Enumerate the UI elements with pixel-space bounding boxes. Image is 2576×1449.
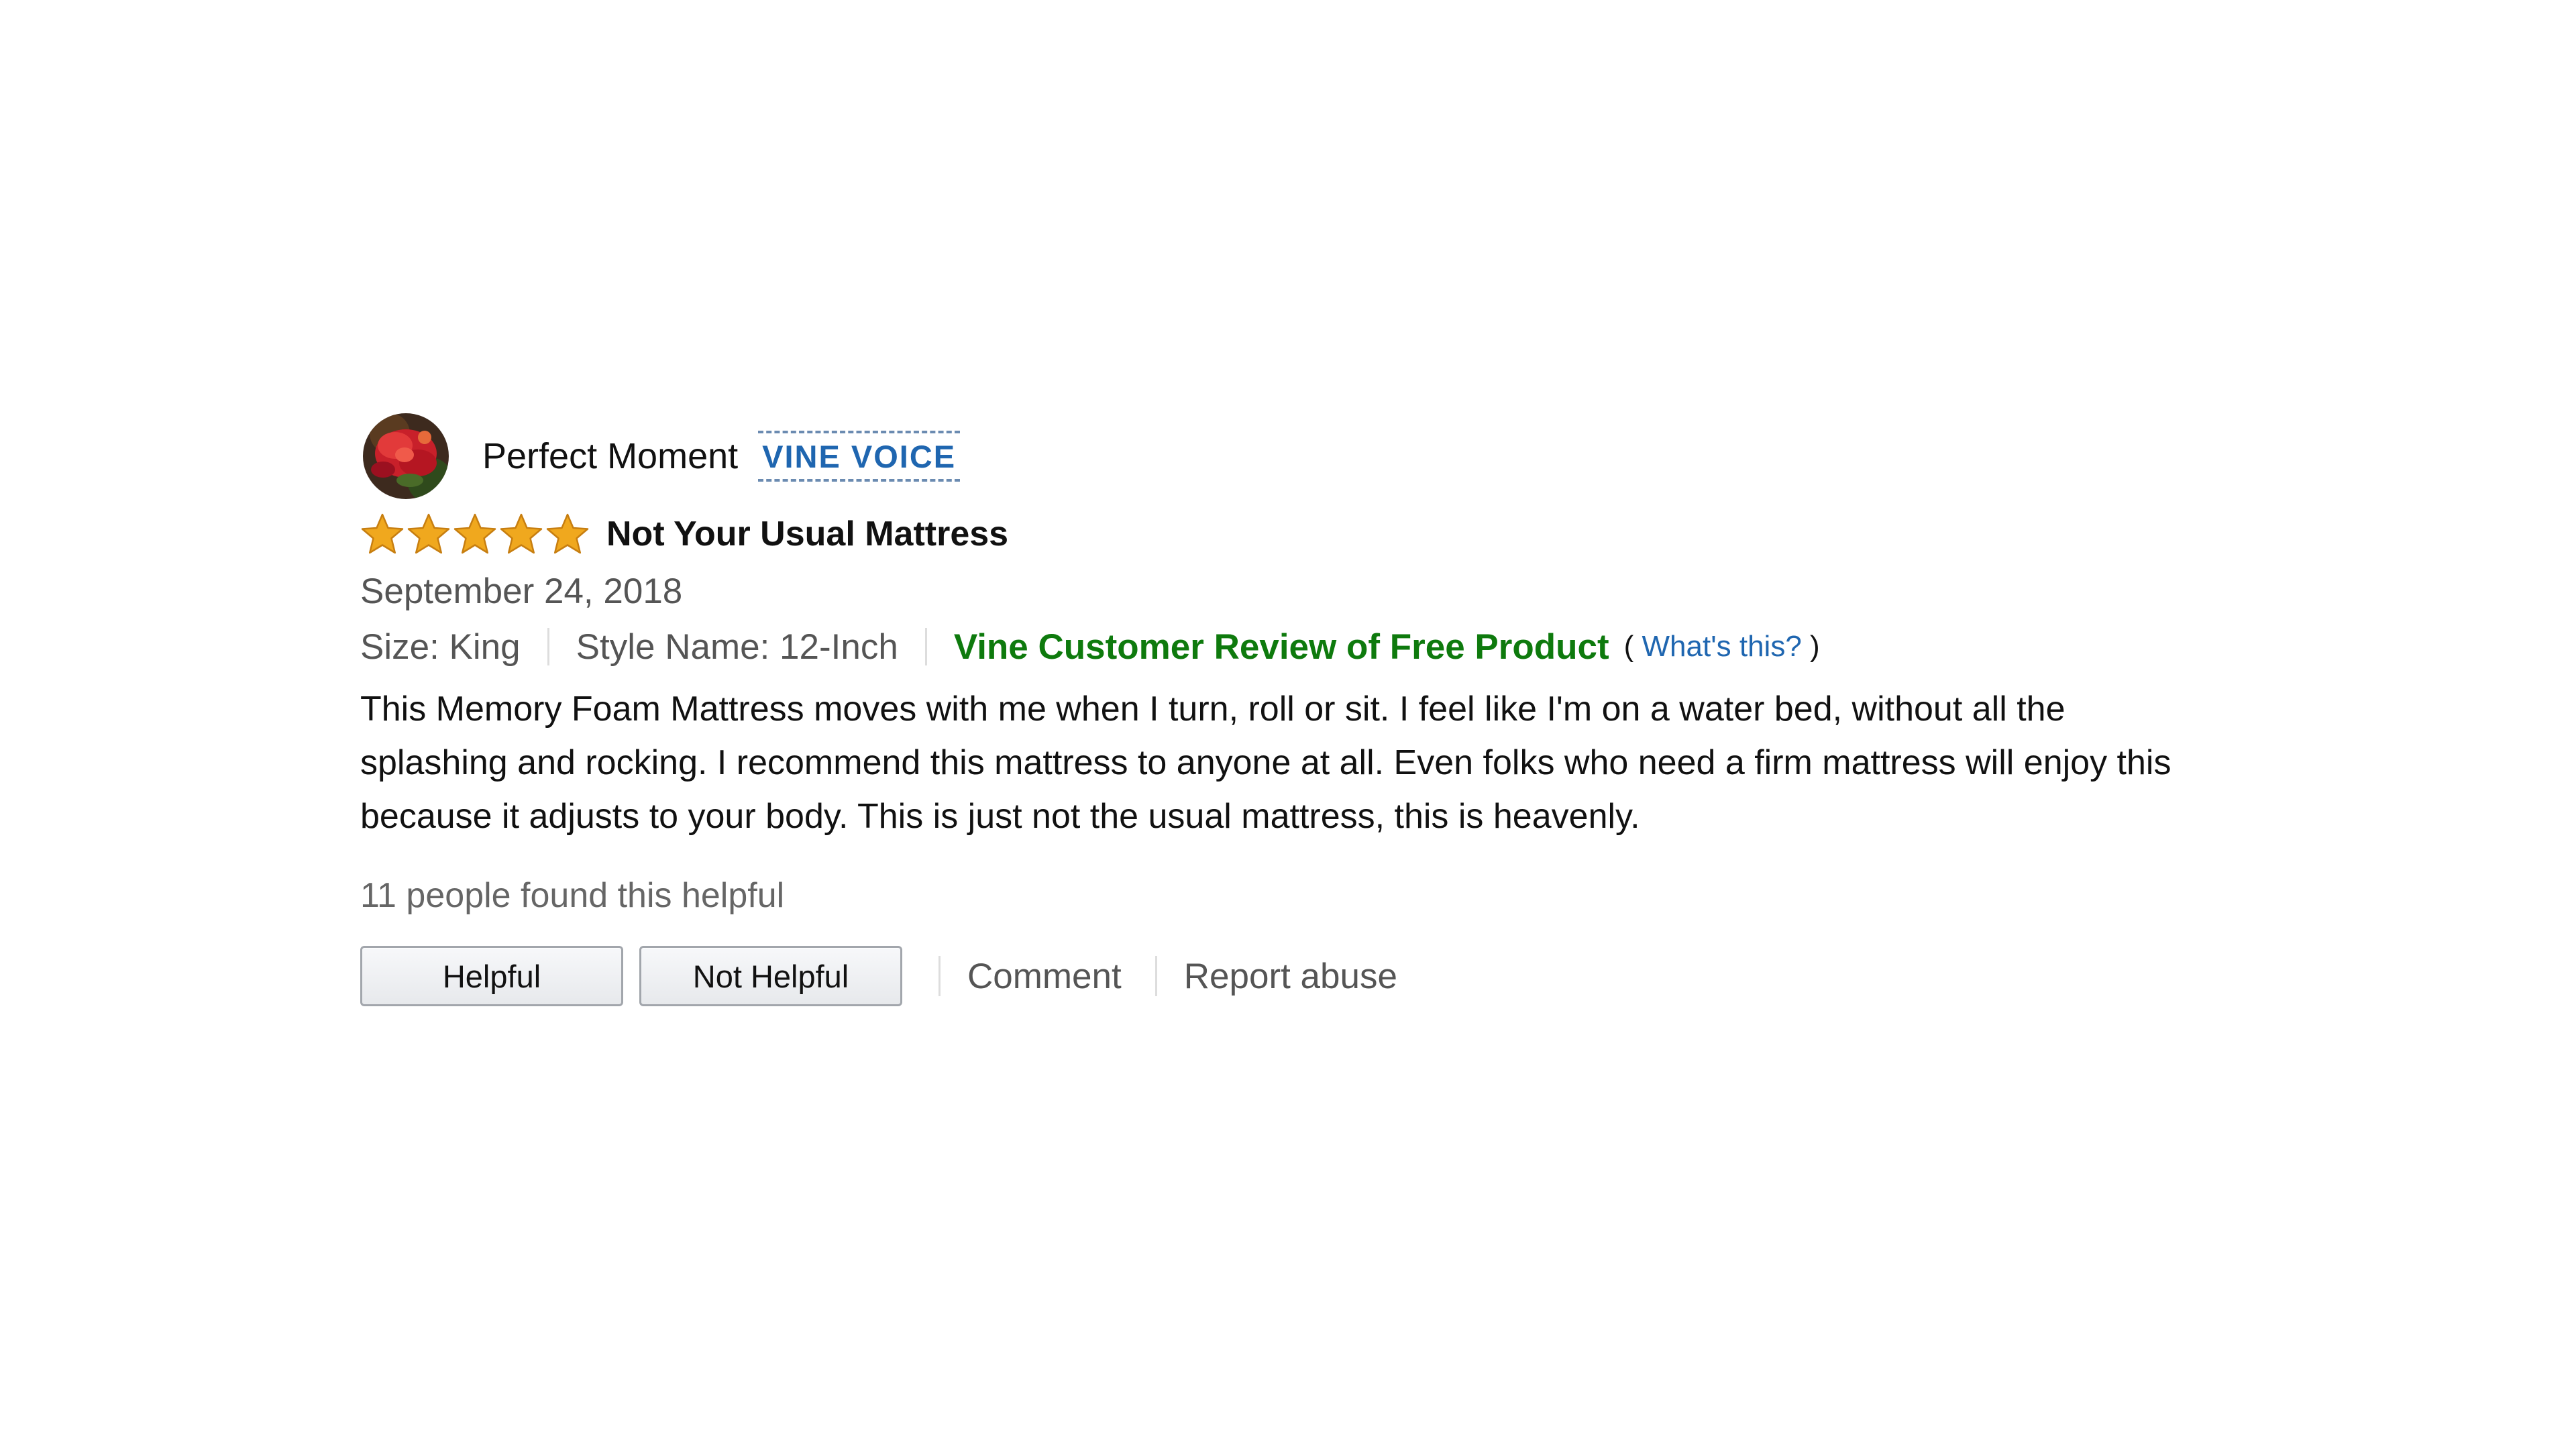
- helpful-button[interactable]: Helpful: [360, 946, 623, 1006]
- paren-open: (: [1623, 630, 1634, 663]
- review-title[interactable]: Not Your Usual Mattress: [606, 514, 1008, 554]
- divider: [547, 628, 549, 665]
- helpful-count: 11 people found this helpful: [360, 876, 785, 915]
- reviewer-name[interactable]: Perfect Moment: [482, 435, 738, 477]
- vine-review-label: Vine Customer Review of Free Product: [953, 627, 1609, 667]
- comment-link[interactable]: Comment: [967, 956, 1122, 997]
- review-body: This Memory Foam Mattress moves with me …: [360, 690, 2171, 836]
- paren-close: ): [1810, 630, 1820, 663]
- review-attributes: Size: King Style Name: 12-Inch Vine Cust…: [360, 619, 2239, 674]
- reviewer-profile: Perfect Moment VINE VOICE: [360, 413, 2239, 500]
- not-helpful-button[interactable]: Not Helpful: [639, 946, 902, 1006]
- flower-avatar-icon: [363, 413, 449, 499]
- divider: [938, 956, 941, 996]
- star-icon: [499, 513, 543, 555]
- star-icon: [407, 513, 451, 555]
- star-icon: [360, 513, 405, 555]
- review-actions: Helpful Not Helpful Comment Report abuse: [360, 944, 2239, 1008]
- review-title-row: Not Your Usual Mattress: [360, 504, 2239, 564]
- report-abuse-link[interactable]: Report abuse: [1184, 956, 1397, 997]
- size-attribute[interactable]: Size: King: [360, 627, 521, 667]
- star-icon: [453, 513, 497, 555]
- star-rating[interactable]: [360, 513, 592, 555]
- whats-this-wrapper: ( What's this? ): [1624, 630, 1820, 663]
- whats-this-link[interactable]: What's this?: [1642, 630, 1802, 663]
- review-date: September 24, 2018: [360, 572, 683, 611]
- review-card: Perfect Moment VINE VOICE Not Your Usual…: [360, 413, 2239, 1008]
- style-attribute[interactable]: Style Name: 12-Inch: [576, 627, 898, 667]
- reviewer-avatar[interactable]: [363, 413, 449, 499]
- vine-voice-badge[interactable]: VINE VOICE: [758, 430, 961, 482]
- star-icon: [545, 513, 590, 555]
- divider: [1155, 956, 1157, 996]
- divider: [924, 628, 927, 665]
